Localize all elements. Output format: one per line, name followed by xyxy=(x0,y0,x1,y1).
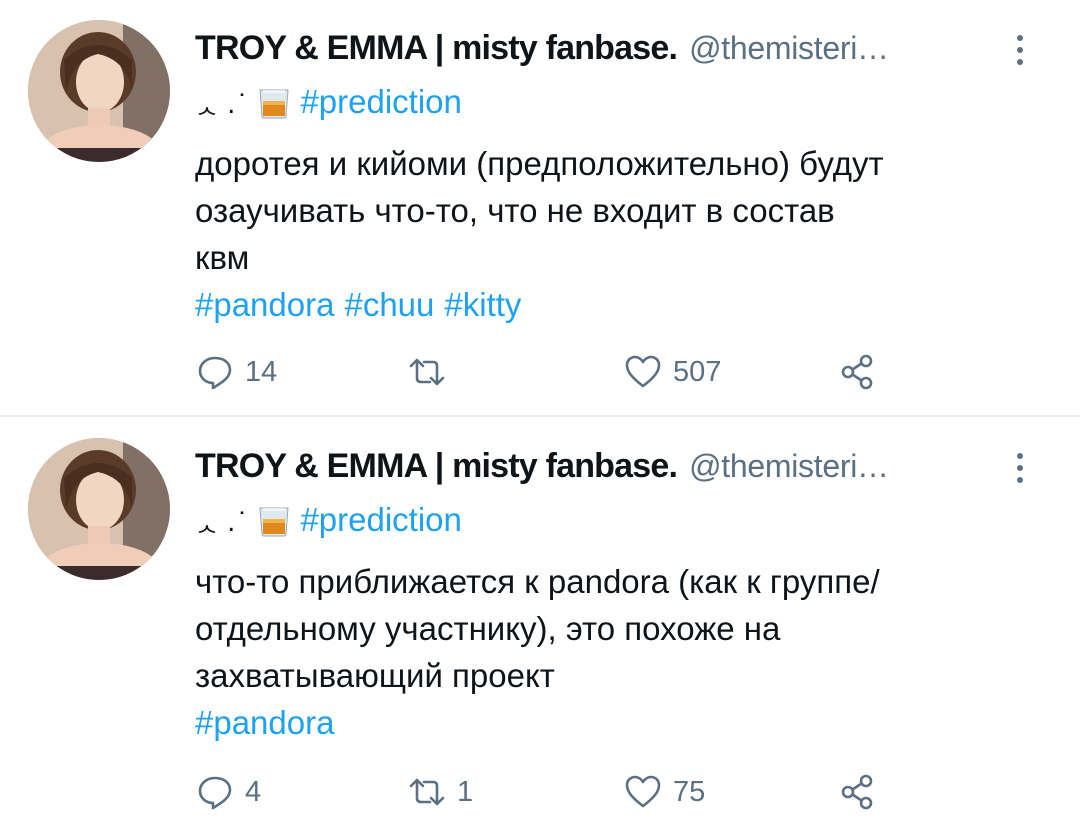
like-button[interactable]: 507 xyxy=(623,352,721,392)
more-icon[interactable] xyxy=(1010,32,1030,68)
reply-count: 14 xyxy=(245,355,278,388)
tweet-subline: ᆺ .˙ #prediction xyxy=(195,498,462,542)
tweet-header: TROY & EMMA | misty fanbase. @themisteri… xyxy=(195,26,889,70)
tweet-header: TROY & EMMA | misty fanbase. @themisteri… xyxy=(195,444,889,488)
like-button[interactable]: 75 xyxy=(623,772,705,812)
decorative-text: ᆺ .˙ xyxy=(195,89,249,120)
tweet-feed: TROY & EMMA | misty fanbase. @themisteri… xyxy=(0,0,1080,832)
hashtag-list: #pandora xyxy=(195,699,1055,746)
tweet[interactable]: TROY & EMMA | misty fanbase. @themisteri… xyxy=(0,0,1080,416)
share-icon xyxy=(841,774,873,810)
tweet-text: доротея и кийоми (предположительно) буду… xyxy=(195,140,1055,328)
retweet-button[interactable] xyxy=(407,352,457,392)
like-icon xyxy=(625,775,661,808)
tweet[interactable]: TROY & EMMA | misty fanbase. @themisteri… xyxy=(0,418,1080,832)
tweet-text-line: доротея и кийоми (предположительно) буду… xyxy=(195,145,884,182)
like-count: 507 xyxy=(673,355,722,388)
tweet-actions: 14 507 xyxy=(195,352,895,392)
avatar[interactable] xyxy=(28,438,170,580)
retweet-icon xyxy=(409,358,445,386)
tweet-text-line: квм xyxy=(195,239,250,276)
tweet-text-line: озаучивать что-то, что не входит в соста… xyxy=(195,192,835,229)
reply-icon xyxy=(198,776,232,810)
tweet-text-line: отдельному участнику), это похоже на xyxy=(195,610,781,647)
reply-icon xyxy=(198,356,232,390)
tweet-subline: ᆺ .˙ #prediction xyxy=(195,80,462,124)
author-name[interactable]: TROY & EMMA | misty fanbase. xyxy=(195,29,678,68)
hashtag-link[interactable]: #prediction xyxy=(300,501,461,539)
hashtag-link[interactable]: #kitty xyxy=(444,286,521,323)
author-handle[interactable]: @themisteri… xyxy=(689,30,889,67)
reply-button[interactable]: 4 xyxy=(195,772,261,812)
tumbler-glass-emoji xyxy=(259,507,289,537)
tweet-text-line: захватывающий проект xyxy=(195,657,555,694)
retweet-icon xyxy=(409,778,445,806)
author-name[interactable]: TROY & EMMA | misty fanbase. xyxy=(195,447,678,486)
tweet-text: что-то приближается к pandora (как к гру… xyxy=(195,558,1055,746)
reply-button[interactable]: 14 xyxy=(195,352,277,392)
tumbler-glass-emoji xyxy=(259,89,289,119)
like-icon xyxy=(625,355,661,388)
share-button[interactable] xyxy=(838,352,878,392)
author-handle[interactable]: @themisteri… xyxy=(689,448,889,485)
retweet-button[interactable]: 1 xyxy=(407,772,473,812)
share-button[interactable] xyxy=(838,772,878,812)
hashtag-link[interactable]: #pandora xyxy=(195,286,334,323)
hashtag-link[interactable]: #prediction xyxy=(300,83,461,121)
tweet-divider xyxy=(0,415,1080,417)
reply-count: 4 xyxy=(245,775,262,808)
hashtag-link[interactable]: #chuu xyxy=(344,286,434,323)
tweet-text-line: что-то приближается к pandora (как к гру… xyxy=(195,563,880,600)
share-icon xyxy=(841,354,873,390)
retweet-count: 1 xyxy=(457,775,474,808)
hashtag-link[interactable]: #pandora xyxy=(195,704,334,741)
like-count: 75 xyxy=(673,775,706,808)
decorative-text: ᆺ .˙ xyxy=(195,507,249,538)
more-icon[interactable] xyxy=(1010,450,1030,486)
tweet-actions: 4 1 75 xyxy=(195,772,895,812)
avatar[interactable] xyxy=(28,20,170,162)
hashtag-list: #pandora #chuu #kitty xyxy=(195,281,1055,328)
